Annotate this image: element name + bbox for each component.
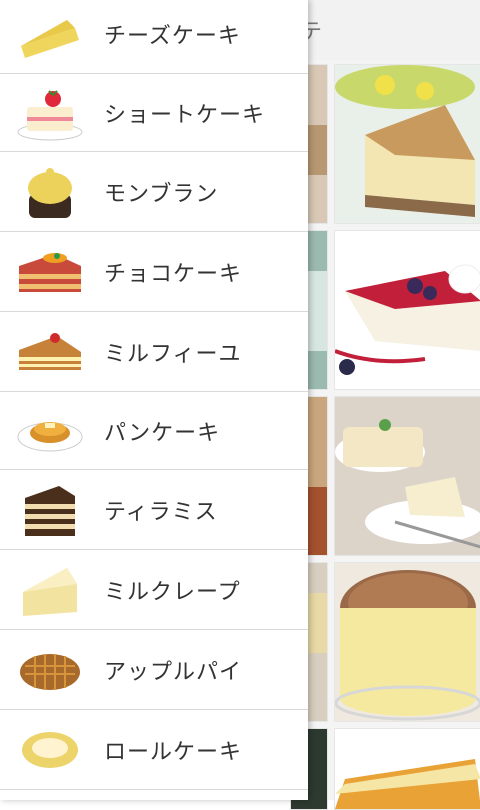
cheesecake-icon bbox=[10, 0, 90, 73]
pancake-icon bbox=[10, 392, 90, 470]
cheesecake-photo[interactable] bbox=[334, 64, 480, 224]
menu-item-chocolate-cake[interactable]: チョコケーキ bbox=[0, 232, 308, 312]
menu-item-apple-pie[interactable]: アップルパイ bbox=[0, 630, 308, 710]
tiramisu-icon bbox=[10, 471, 90, 549]
navigation-drawer: チーズケーキ ショートケーキ モンブラン チョコケーキ ミルフィーユ パンケーキ bbox=[0, 0, 308, 800]
menu-item-millefeuille[interactable]: ミルフィーユ bbox=[0, 312, 308, 392]
menu-item-label: ティラミス bbox=[104, 499, 218, 525]
cheesecake-plate-photo[interactable] bbox=[334, 396, 480, 556]
menu-item-label: アップルパイ bbox=[104, 659, 243, 685]
berry-cheesecake-photo[interactable] bbox=[334, 230, 480, 390]
apple-pie-icon bbox=[10, 631, 90, 709]
menu-item-label: モンブラン bbox=[104, 181, 219, 207]
menu-item-label: チョコケーキ bbox=[104, 261, 243, 287]
menu-item-roll-cake[interactable]: ロールケーキ bbox=[0, 710, 308, 790]
menu-item-montblanc[interactable]: モンブラン bbox=[0, 152, 308, 232]
montblanc-icon bbox=[10, 153, 90, 231]
menu-item-label: ミルクレープ bbox=[104, 579, 241, 605]
menu-item-tiramisu[interactable]: ティラミス bbox=[0, 470, 308, 550]
shortcake-icon bbox=[10, 74, 90, 152]
menu-item-label: チーズケーキ bbox=[104, 23, 241, 49]
baked-cheesecake-photo[interactable] bbox=[334, 562, 480, 722]
menu-item-label: ショートケーキ bbox=[104, 102, 266, 128]
chocolate-cake-icon bbox=[10, 233, 90, 311]
menu-item-pancake[interactable]: パンケーキ bbox=[0, 392, 308, 470]
photo-tile[interactable] bbox=[334, 728, 480, 810]
menu-item-mille-crepe[interactable]: ミルクレープ bbox=[0, 550, 308, 630]
roll-cake-icon bbox=[10, 711, 90, 789]
mille-crepe-icon bbox=[10, 551, 90, 629]
menu-item-shortcake[interactable]: ショートケーキ bbox=[0, 74, 308, 152]
millefeuille-icon bbox=[10, 313, 90, 391]
menu-item-label: ミルフィーユ bbox=[104, 341, 242, 367]
menu-item-label: パンケーキ bbox=[104, 420, 221, 446]
menu-item-label: ロールケーキ bbox=[104, 739, 243, 765]
menu-item-cheesecake[interactable]: チーズケーキ bbox=[0, 0, 308, 74]
